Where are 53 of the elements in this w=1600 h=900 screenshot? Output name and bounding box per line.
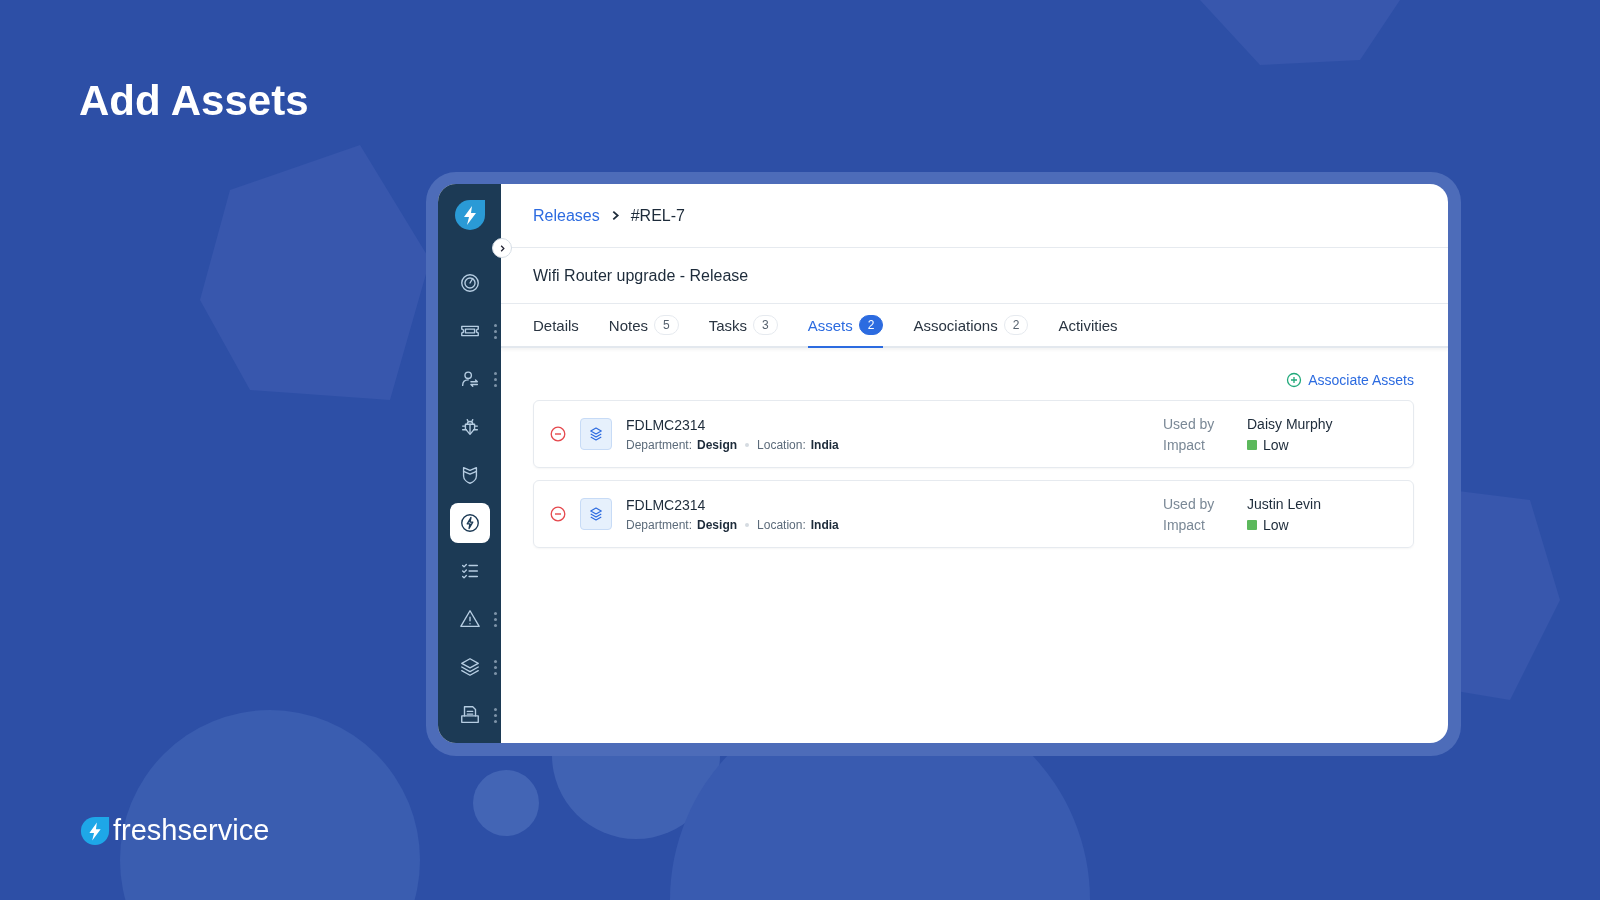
separator-dot-icon <box>745 522 750 527</box>
brand-name: freshservice <box>113 814 270 846</box>
layers-icon <box>580 418 612 450</box>
used-by-label: Used by <box>1163 495 1216 512</box>
asset-name: FDLMC2314 <box>626 416 707 433</box>
separator-dot-icon <box>745 442 750 447</box>
department-value: Design <box>697 437 738 452</box>
add-icon <box>1286 372 1303 388</box>
remove-icon[interactable] <box>550 506 566 522</box>
nav-item[interactable] <box>449 503 490 543</box>
more-icon[interactable] <box>494 660 498 675</box>
impact-label: Impact <box>1163 436 1206 453</box>
layers-icon <box>458 656 481 678</box>
app-logo-icon <box>453 199 486 231</box>
asset-name: FDLMC2314 <box>626 496 707 513</box>
impact-indicator-icon <box>1247 439 1257 450</box>
impact-indicator-icon <box>1247 519 1257 530</box>
more-icon[interactable] <box>494 708 498 723</box>
breadcrumb-current: #REL-7 <box>630 206 685 225</box>
more-icon[interactable] <box>494 612 498 627</box>
tab[interactable]: Associations 2 <box>913 304 1029 348</box>
used-by-label: Used by <box>1163 415 1216 432</box>
location-value: India <box>810 517 839 532</box>
associate-assets-button[interactable]: Associate Assets <box>1286 372 1414 388</box>
tab[interactable]: Tasks 3 <box>708 304 778 348</box>
more-icon[interactable] <box>494 324 498 339</box>
layers-icon <box>580 498 612 530</box>
tab[interactable]: Activities <box>1058 304 1118 348</box>
tab[interactable]: Details <box>533 304 579 348</box>
expand-sidebar-button[interactable] <box>492 238 512 258</box>
bolt-icon <box>458 512 481 534</box>
location-label: Location: <box>757 437 806 452</box>
gauge-icon <box>458 272 481 294</box>
tab[interactable]: Assets 2 <box>807 304 884 348</box>
location-label: Location: <box>757 517 806 532</box>
record-title: Wifi Router upgrade - Release <box>533 266 749 285</box>
department-label: Department: <box>626 517 693 532</box>
used-by-value: Daisy Murphy <box>1247 415 1334 432</box>
remove-icon[interactable] <box>550 426 566 442</box>
impact-value: Low <box>1263 516 1289 533</box>
department-value: Design <box>697 517 738 532</box>
location-value: India <box>810 437 839 452</box>
more-icon[interactable] <box>494 372 498 387</box>
warning-icon <box>458 608 481 630</box>
printer-icon <box>458 704 481 726</box>
brand-logo-icon <box>80 816 110 846</box>
page-heading: Add Assets <box>79 78 309 124</box>
used-by-value: Justin Levin <box>1247 495 1322 512</box>
impact-label: Impact <box>1163 516 1206 533</box>
tab[interactable]: Notes 5 <box>608 304 679 348</box>
impact-value: Low <box>1263 436 1289 453</box>
department-label: Department: <box>626 437 693 452</box>
breadcrumb-link[interactable]: Releases <box>533 206 600 225</box>
